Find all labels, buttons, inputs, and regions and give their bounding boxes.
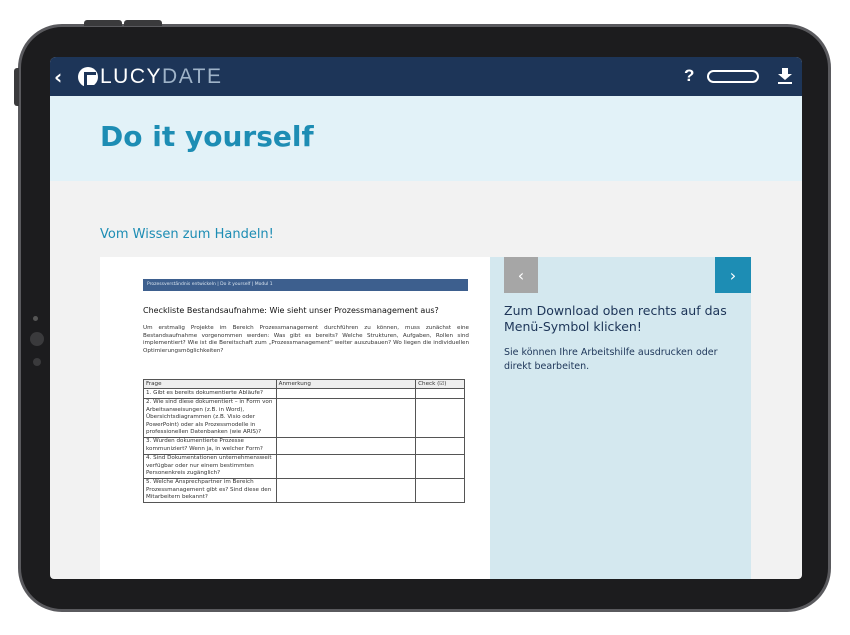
column-header: Check (☑) <box>415 378 465 390</box>
table-row: 3. Wurden dokumentierte Prozesse kommuni… <box>143 436 465 455</box>
logo-text-part1: LUCY <box>100 64 163 88</box>
table-row: 2. Wie sind diese dokumentiert – in Form… <box>143 397 465 438</box>
note-cell <box>275 388 417 399</box>
column-header: Anmerkung <box>275 378 417 390</box>
note-cell <box>275 477 417 504</box>
volume-button <box>84 20 122 26</box>
section-subtitle: Vom Wissen zum Handeln! <box>100 227 274 242</box>
screen: ‹ LUCYDATE ? Do it yourself Vom Wissen z… <box>50 57 802 579</box>
sensor-dot <box>33 358 41 366</box>
note-cell <box>275 436 417 455</box>
checklist-table: Frage Anmerkung Check (☑) 1. Gibt es ber… <box>143 378 465 504</box>
next-button[interactable]: › <box>715 257 751 293</box>
logo-text-part2: DATE <box>162 64 223 88</box>
top-bar: ‹ LUCYDATE ? <box>50 57 802 96</box>
panel-text: Sie können Ihre Arbeitshilfe ausdrucken … <box>504 347 718 372</box>
table-row: 5. Welche Ansprechpartner im Bereich Pro… <box>143 477 465 504</box>
table-row: 4. Sind Dokumentationen unternehmensweit… <box>143 453 465 479</box>
note-cell <box>275 453 417 479</box>
page-title: Do it yourself <box>100 120 314 153</box>
note-cell <box>275 397 417 438</box>
help-button[interactable]: ? <box>684 66 694 86</box>
check-cell <box>415 453 465 479</box>
document-intro: Um erstmalig Projekte im Bereich Prozess… <box>143 325 469 354</box>
hero-band: Do it yourself <box>50 96 802 181</box>
document-preview: Prozessverständnis entwickeln | Do it yo… <box>100 257 490 579</box>
document-title: Checkliste Bestandsaufnahme: Wie sieht u… <box>143 306 439 315</box>
question-cell: 3. Wurden dokumentierte Prozesse kommuni… <box>143 436 277 455</box>
check-cell <box>415 436 465 455</box>
check-cell <box>415 388 465 399</box>
panel-heading: Zum Download oben rechts auf das Menü-Sy… <box>504 303 727 334</box>
toggle-switch[interactable] <box>707 70 759 83</box>
app-logo: LUCYDATE <box>100 65 222 89</box>
question-cell: 5. Welche Ansprechpartner im Bereich Pro… <box>143 477 277 504</box>
column-header: Frage <box>143 378 277 390</box>
question-cell: 2. Wie sind diese dokumentiert – in Form… <box>143 397 277 438</box>
question-cell: 4. Sind Dokumentationen unternehmensweit… <box>143 453 277 479</box>
check-cell <box>415 397 465 438</box>
table-header-row: Frage Anmerkung Check (☑) <box>143 378 465 390</box>
side-button <box>14 68 19 106</box>
question-cell: 1. Gibt es bereits dokumentierte Abläufe… <box>143 388 277 399</box>
download-icon[interactable] <box>778 68 792 84</box>
camera-dot <box>33 316 38 321</box>
check-cell <box>415 477 465 504</box>
document-breadcrumb: Prozessverständnis entwickeln | Do it yo… <box>143 279 468 291</box>
logo-icon <box>78 66 98 88</box>
previous-button[interactable]: ‹ <box>504 257 538 293</box>
table-row: 1. Gibt es bereits dokumentierte Abläufe… <box>143 388 465 399</box>
camera-lens <box>30 332 44 346</box>
info-panel: ‹ › Zum Download oben rechts auf das Men… <box>490 257 751 579</box>
volume-button <box>124 20 162 26</box>
back-icon[interactable]: ‹ <box>54 67 72 87</box>
